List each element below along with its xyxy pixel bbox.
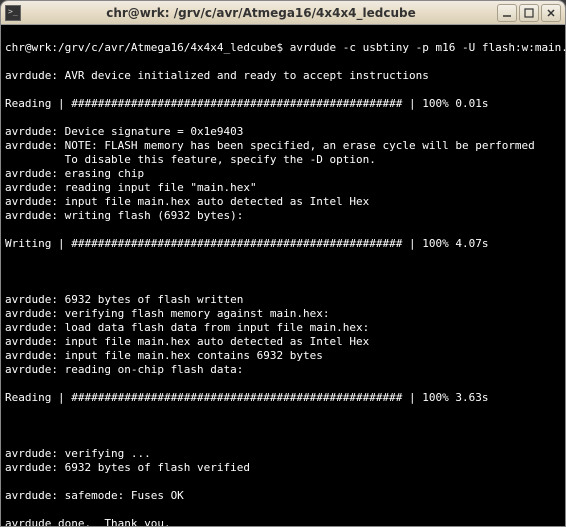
- maximize-button[interactable]: [519, 4, 539, 22]
- output-line: Writing | ##############################…: [5, 237, 488, 250]
- window-controls: [497, 4, 561, 22]
- output-line: avrdude: safemode: Fuses OK: [5, 489, 184, 502]
- output-line: avrdude: 6932 bytes of flash written: [5, 293, 243, 306]
- terminal-body[interactable]: chr@wrk:/grv/c/avr/Atmega16/4x4x4_ledcub…: [1, 25, 565, 526]
- output-line: avrdude: NOTE: FLASH memory has been spe…: [5, 139, 535, 152]
- close-button[interactable]: [541, 4, 561, 22]
- output-line: avrdude: erasing chip: [5, 167, 144, 180]
- maximize-icon: [524, 8, 534, 18]
- output-line: avrdude: AVR device initialized and read…: [5, 69, 429, 82]
- window-title: chr@wrk: /grv/c/avr/Atmega16/4x4x4_ledcu…: [25, 6, 497, 20]
- output-line: avrdude: verifying flash memory against …: [5, 307, 330, 320]
- minimize-button[interactable]: [497, 4, 517, 22]
- output-line: avrdude: input file main.hex auto detect…: [5, 195, 369, 208]
- output-line: avrdude: reading on-chip flash data:: [5, 363, 243, 376]
- output-line: Reading | ##############################…: [5, 97, 488, 110]
- output-line: avrdude: verifying ...: [5, 447, 151, 460]
- output-line: avrdude: reading input file "main.hex": [5, 181, 257, 194]
- terminal-window: chr@wrk: /grv/c/avr/Atmega16/4x4x4_ledcu…: [0, 0, 566, 527]
- command-text: avrdude -c usbtiny -p m16 -U flash:w:mai…: [290, 41, 565, 54]
- output-line: Reading | ##############################…: [5, 391, 488, 404]
- output-line: avrdude: load data flash data from input…: [5, 321, 369, 334]
- output-line: avrdude: input file main.hex contains 69…: [5, 349, 323, 362]
- output-line: avrdude done. Thank you.: [5, 517, 171, 526]
- output-line: avrdude: Device signature = 0x1e9403: [5, 125, 243, 138]
- shell-prompt: chr@wrk:/grv/c/avr/Atmega16/4x4x4_ledcub…: [5, 41, 290, 54]
- minimize-icon: [502, 8, 512, 18]
- prompt-line: chr@wrk:/grv/c/avr/Atmega16/4x4x4_ledcub…: [5, 41, 565, 54]
- titlebar[interactable]: chr@wrk: /grv/c/avr/Atmega16/4x4x4_ledcu…: [1, 1, 565, 25]
- output-line: avrdude: input file main.hex auto detect…: [5, 335, 369, 348]
- output-line: To disable this feature, specify the -D …: [5, 153, 376, 166]
- terminal-icon: [5, 5, 21, 21]
- output-line: avrdude: 6932 bytes of flash verified: [5, 461, 250, 474]
- close-icon: [546, 8, 556, 18]
- output-line: avrdude: writing flash (6932 bytes):: [5, 209, 243, 222]
